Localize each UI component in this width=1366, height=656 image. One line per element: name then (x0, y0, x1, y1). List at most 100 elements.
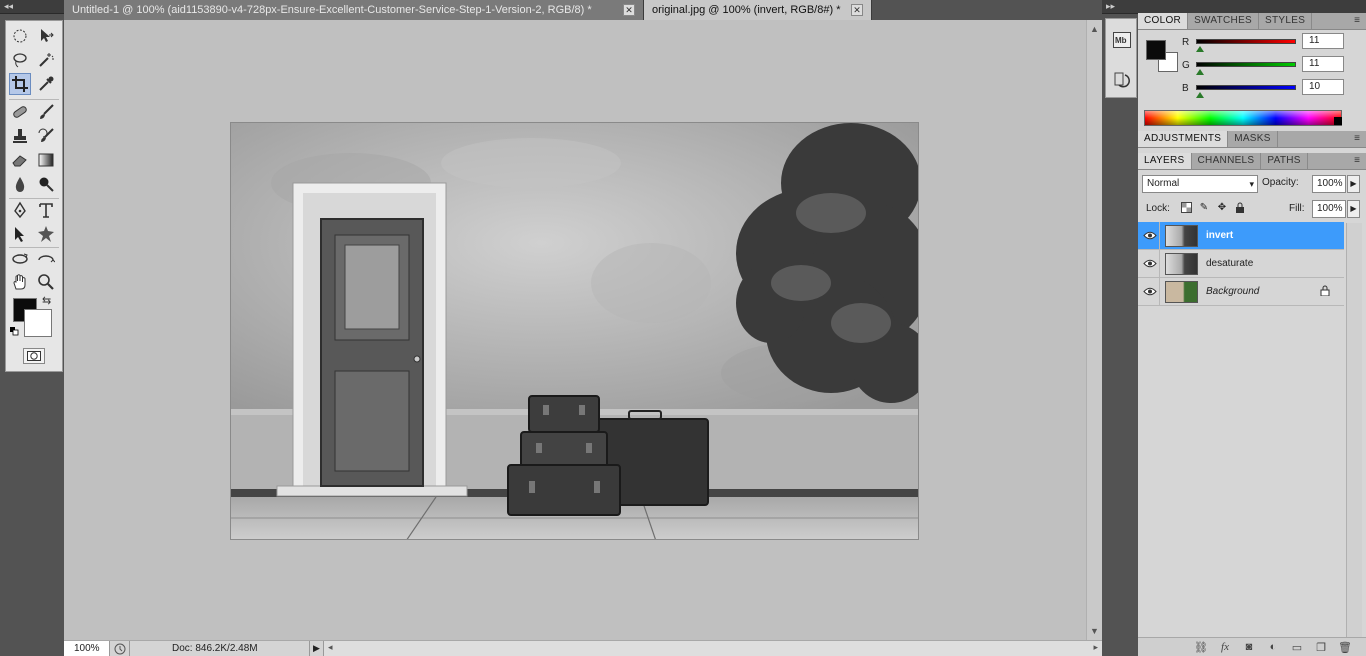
slider-thumb-icon[interactable] (1196, 69, 1205, 75)
swap-colors-icon[interactable]: ⇆ (42, 294, 51, 307)
hand-tool[interactable] (9, 271, 31, 293)
tab-masks[interactable]: MASKS (1228, 131, 1278, 147)
scroll-left-arrow-icon[interactable]: ◂ (328, 642, 333, 653)
color-spectrum-ramp[interactable] (1144, 110, 1342, 126)
color-slider-g[interactable]: G (1182, 60, 1296, 80)
color-slider-b[interactable]: B (1182, 83, 1296, 103)
fill-input[interactable]: 100% (1312, 200, 1346, 218)
brush-tool[interactable] (35, 101, 57, 123)
close-icon[interactable]: ✕ (851, 4, 863, 16)
scroll-up-arrow-icon[interactable]: ▲ (1090, 24, 1099, 34)
toolbox-collapse-bar[interactable]: ◂◂ (0, 0, 64, 14)
zoom-tool[interactable] (35, 271, 57, 293)
gradient-tool[interactable] (35, 149, 57, 171)
eyedropper-tool[interactable] (35, 73, 57, 95)
tab-original-jpg[interactable]: original.jpg @ 100% (invert, RGB/8#) * ✕ (644, 0, 872, 20)
tab-layers[interactable]: LAYERS (1138, 153, 1192, 169)
layer-thumbnail[interactable] (1165, 225, 1198, 247)
panel-menu-icon[interactable]: ≡ (1354, 13, 1366, 29)
background-color-swatch[interactable] (24, 309, 52, 337)
channel-value-input[interactable]: 11 (1302, 33, 1344, 49)
eraser-tool[interactable] (9, 149, 31, 171)
mini-bridge-button[interactable]: Mb (1111, 29, 1133, 51)
tab-color[interactable]: COLOR (1138, 13, 1189, 29)
layer-row[interactable]: Background (1138, 278, 1344, 306)
layer-row[interactable]: invert (1138, 222, 1344, 250)
scroll-right-arrow-icon[interactable]: ▸ (1093, 642, 1098, 653)
path-selection-tool[interactable] (9, 223, 31, 245)
lock-position-icon[interactable]: ✥ (1216, 202, 1228, 214)
new-group-icon[interactable]: ▭ (1290, 641, 1304, 654)
visibility-eye-icon[interactable] (1140, 222, 1160, 249)
status-info-icon[interactable] (110, 640, 130, 656)
dodge-tool[interactable] (35, 173, 57, 195)
quick-mask-button[interactable] (23, 348, 45, 364)
black-swatch[interactable] (1334, 117, 1342, 125)
layer-style-icon[interactable]: fx (1218, 641, 1232, 653)
blend-mode-select[interactable]: Normal ▾ (1142, 175, 1258, 193)
layer-row[interactable]: desaturate (1138, 250, 1344, 278)
color-slider-r[interactable]: R (1182, 37, 1296, 57)
magic-wand-tool[interactable] (35, 49, 57, 71)
lock-all-icon[interactable] (1234, 202, 1246, 214)
crop-tool[interactable] (9, 73, 31, 95)
opacity-slider-arrow-icon[interactable]: ▶ (1347, 175, 1360, 193)
panels-collapse-bar[interactable] (1138, 0, 1366, 14)
marquee-tool[interactable] (9, 25, 31, 47)
channel-gradient-bar[interactable] (1196, 62, 1296, 67)
scroll-down-arrow-icon[interactable]: ▼ (1090, 626, 1099, 636)
layers-scrollbar[interactable] (1346, 223, 1362, 643)
slider-thumb-icon[interactable] (1196, 46, 1205, 52)
history-brush-tool[interactable] (35, 125, 57, 147)
clone-stamp-tool[interactable] (9, 125, 31, 147)
tab-swatches[interactable]: SWATCHES (1188, 13, 1260, 29)
blur-tool[interactable] (9, 173, 31, 195)
tab-untitled-1[interactable]: Untitled-1 @ 100% (aid1153890-v4-728px-E… (64, 0, 644, 20)
lock-transparent-pixels-icon[interactable] (1180, 202, 1192, 214)
pen-tool[interactable] (9, 199, 31, 221)
fill-slider-arrow-icon[interactable]: ▶ (1347, 200, 1360, 218)
document-image[interactable] (230, 122, 919, 540)
layer-name[interactable]: invert (1206, 230, 1233, 241)
status-menu-arrow-icon[interactable]: ▶ (310, 640, 324, 656)
channel-gradient-bar[interactable] (1196, 85, 1296, 90)
vertical-scrollbar[interactable]: ▲ ▼ (1086, 20, 1102, 640)
3d-orbit-tool[interactable] (35, 248, 57, 270)
foreground-color-swatch[interactable] (1146, 40, 1166, 60)
visibility-eye-icon[interactable] (1140, 250, 1160, 277)
layer-name[interactable]: desaturate (1206, 258, 1253, 269)
delete-layer-icon[interactable]: 🗑 (1338, 641, 1352, 654)
layer-name[interactable]: Background (1206, 286, 1259, 297)
3d-rotate-tool[interactable] (9, 248, 31, 270)
tab-styles[interactable]: STYLES (1259, 13, 1313, 29)
lock-image-pixels-icon[interactable]: ✎ (1198, 202, 1210, 214)
link-layers-icon[interactable]: ⛓ (1194, 641, 1208, 654)
panel-menu-icon[interactable]: ≡ (1354, 153, 1366, 169)
close-icon[interactable]: ✕ (623, 4, 635, 16)
channel-gradient-bar[interactable] (1196, 39, 1296, 44)
default-colors-icon[interactable] (10, 327, 19, 336)
zoom-level-field[interactable]: 100% (64, 640, 110, 656)
history-button[interactable] (1111, 69, 1133, 91)
shape-tool[interactable] (35, 223, 57, 245)
visibility-eye-icon[interactable] (1140, 278, 1160, 305)
channel-value-input[interactable]: 10 (1302, 79, 1344, 95)
channel-value-input[interactable]: 11 (1302, 56, 1344, 72)
new-layer-icon[interactable]: ❐ (1314, 641, 1328, 654)
type-tool[interactable] (35, 199, 57, 221)
move-tool[interactable] (35, 25, 57, 47)
tab-paths[interactable]: PATHS (1261, 153, 1308, 169)
layer-thumbnail[interactable] (1165, 253, 1198, 275)
lasso-tool[interactable] (9, 49, 31, 71)
opacity-input[interactable]: 100% (1312, 175, 1346, 193)
add-mask-icon[interactable]: ◙ (1242, 641, 1256, 653)
horizontal-scrollbar[interactable]: ◂ ▸ (324, 640, 1102, 656)
tab-adjustments[interactable]: ADJUSTMENTS (1138, 131, 1229, 147)
adjustment-layer-icon[interactable]: ◐ (1266, 641, 1280, 653)
tab-channels[interactable]: CHANNELS (1192, 153, 1262, 169)
layer-thumbnail[interactable] (1165, 281, 1198, 303)
slider-thumb-icon[interactable] (1195, 92, 1204, 98)
healing-brush-tool[interactable] (9, 101, 31, 123)
canvas-background[interactable] (64, 20, 1086, 640)
dock-collapse-bar[interactable]: ▸▸ (1102, 0, 1138, 14)
